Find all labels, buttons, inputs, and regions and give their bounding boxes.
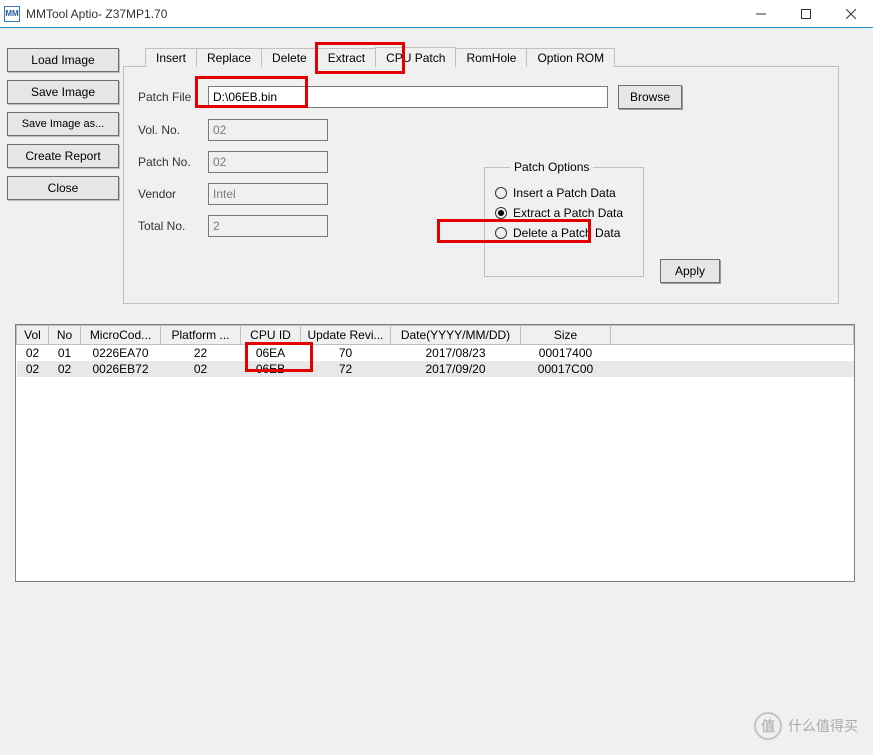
app-icon: MM — [4, 6, 20, 22]
tab-cpu-patch[interactable]: CPU Patch — [375, 47, 456, 67]
col-update-rev[interactable]: Update Revi... — [301, 326, 391, 345]
col-spacer — [611, 326, 854, 345]
watermark-text: 什么值得买 — [788, 716, 858, 736]
window-title: MMTool Aptio- Z37MP1.70 — [26, 7, 738, 21]
tab-replace[interactable]: Replace — [196, 48, 262, 67]
col-platform[interactable]: Platform ... — [161, 326, 241, 345]
patch-file-label: Patch File — [138, 90, 208, 104]
patch-no-label: Patch No. — [138, 155, 208, 169]
watermark: 值 什么值得买 — [754, 712, 858, 740]
col-cpuid[interactable]: CPU ID — [241, 326, 301, 345]
save-image-button[interactable]: Save Image — [7, 80, 119, 104]
browse-button[interactable]: Browse — [618, 85, 682, 109]
tab-delete[interactable]: Delete — [261, 48, 318, 67]
patch-no-input — [208, 151, 328, 173]
title-bar: MM MMTool Aptio- Z37MP1.70 — [0, 0, 873, 28]
radio-icon — [495, 207, 507, 219]
apply-button[interactable]: Apply — [660, 259, 720, 283]
col-date[interactable]: Date(YYYY/MM/DD) — [391, 326, 521, 345]
table-row[interactable]: 02020026EB720206EB722017/09/2000017C00 — [17, 361, 854, 377]
patch-table[interactable]: Vol No MicroCod... Platform ... CPU ID U… — [15, 324, 855, 582]
radio-insert-patch[interactable]: Insert a Patch Data — [495, 186, 633, 200]
col-vol[interactable]: Vol — [17, 326, 49, 345]
vol-no-input — [208, 119, 328, 141]
table-row[interactable]: 02010226EA702206EA702017/08/2300017400 — [17, 345, 854, 361]
create-report-button[interactable]: Create Report — [7, 144, 119, 168]
maximize-button[interactable] — [783, 0, 828, 28]
patch-options-group: Patch Options Insert a Patch Data Extrac… — [484, 167, 644, 277]
col-size[interactable]: Size — [521, 326, 611, 345]
vol-no-label: Vol. No. — [138, 123, 208, 137]
client-area: Load Image Save Image Save Image as... C… — [0, 28, 873, 755]
radio-extract-patch[interactable]: Extract a Patch Data — [495, 206, 633, 220]
radio-icon — [495, 187, 507, 199]
save-image-as-button[interactable]: Save Image as... — [7, 112, 119, 136]
vendor-input — [208, 183, 328, 205]
patch-options-legend: Patch Options — [510, 160, 593, 174]
tab-extract[interactable]: Extract — [317, 48, 376, 67]
table-header-row: Vol No MicroCod... Platform ... CPU ID U… — [17, 326, 854, 345]
tab-romhole[interactable]: RomHole — [455, 48, 527, 67]
tab-strip: Insert Replace Delete Extract CPU Patch … — [145, 48, 614, 68]
load-image-button[interactable]: Load Image — [7, 48, 119, 72]
col-no[interactable]: No — [49, 326, 81, 345]
close-button[interactable]: Close — [7, 176, 119, 200]
total-no-input — [208, 215, 328, 237]
minimize-button[interactable] — [738, 0, 783, 28]
sidebar: Load Image Save Image Save Image as... C… — [7, 48, 119, 200]
patch-file-input[interactable] — [208, 86, 608, 108]
tab-option-rom[interactable]: Option ROM — [526, 48, 615, 67]
close-window-button[interactable] — [828, 0, 873, 28]
total-no-label: Total No. — [138, 219, 208, 233]
watermark-icon: 值 — [754, 712, 782, 740]
radio-delete-patch[interactable]: Delete a Patch Data — [495, 226, 633, 240]
col-microcode[interactable]: MicroCod... — [81, 326, 161, 345]
radio-icon — [495, 227, 507, 239]
vendor-label: Vendor — [138, 187, 208, 201]
tab-insert[interactable]: Insert — [145, 48, 197, 67]
tab-panel: Patch File Browse Vol. No. Patch No. Ven… — [123, 66, 839, 304]
